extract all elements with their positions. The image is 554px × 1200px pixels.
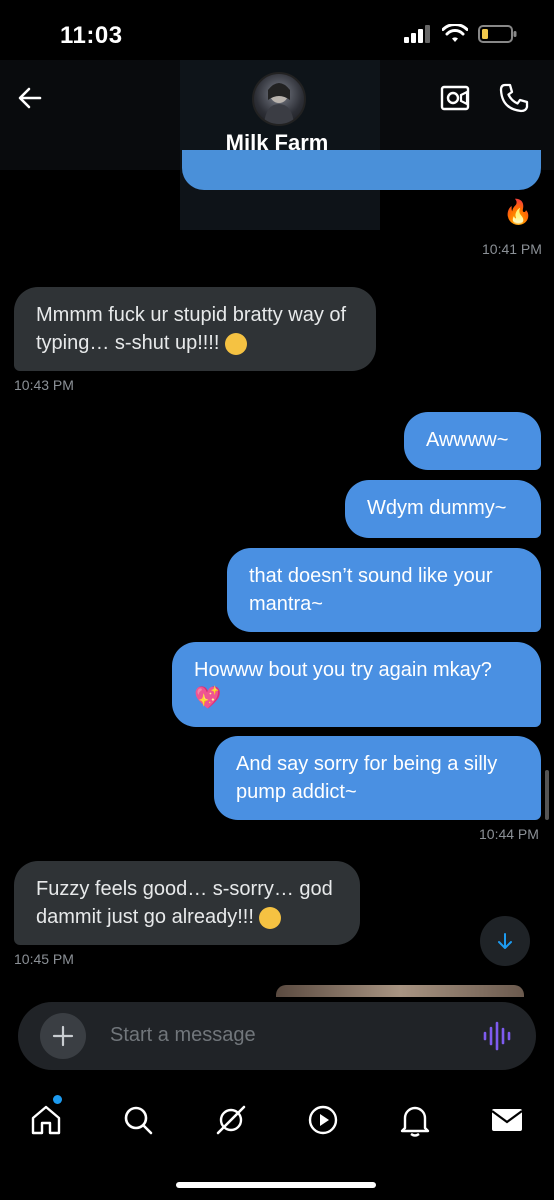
grok-icon xyxy=(216,1105,246,1135)
scroll-to-bottom-button[interactable] xyxy=(480,916,530,966)
video-camera-icon xyxy=(440,85,470,111)
home-icon xyxy=(31,1105,61,1135)
message-bubble-incoming[interactable]: Mmmm fuck ur stupid bratty way of typing… xyxy=(14,287,376,371)
arrow-down-icon xyxy=(498,933,512,949)
message-timestamp: 10:45 PM xyxy=(14,951,74,967)
video-call-button[interactable] xyxy=(440,84,472,117)
sparkling-heart-emoji-icon: 💖 xyxy=(194,685,222,710)
plus-icon xyxy=(52,1025,74,1047)
envelope-icon xyxy=(491,1109,523,1131)
voice-waveform-icon xyxy=(483,1021,511,1051)
status-icons xyxy=(404,24,518,44)
status-time: 11:03 xyxy=(60,22,123,49)
back-button[interactable] xyxy=(16,84,44,117)
message-timestamp: 10:44 PM xyxy=(479,826,539,842)
message-bubble-outgoing[interactable]: And say sorry for being a silly pump add… xyxy=(214,736,541,820)
home-indicator[interactable] xyxy=(176,1182,376,1188)
message-text: Howww bout you try again mkay? xyxy=(194,659,492,681)
tab-search[interactable] xyxy=(118,1100,158,1140)
message-text: And say sorry for being a silly pump add… xyxy=(236,753,498,803)
play-circle-icon xyxy=(308,1105,338,1135)
message-bubble-outgoing[interactable]: Howww bout you try again mkay? 💖 xyxy=(172,642,541,727)
phone-icon xyxy=(499,83,529,113)
flushed-face-emoji-icon xyxy=(259,906,282,929)
message-bubble-outgoing[interactable]: that doesn’t sound like your mantra~ xyxy=(227,548,541,632)
message-composer: Start a message xyxy=(18,1002,536,1070)
message-text: that doesn’t sound like your mantra~ xyxy=(249,565,493,615)
tab-video[interactable] xyxy=(303,1100,343,1140)
back-arrow-icon xyxy=(18,87,42,109)
fire-reaction-icon: 🔥 xyxy=(503,199,533,226)
scrollbar[interactable] xyxy=(545,770,549,820)
message-text: Fuzzy feels good… s-sorry… god dammit ju… xyxy=(36,878,333,928)
voice-call-button[interactable] xyxy=(498,82,530,119)
message-bubble-outgoing[interactable]: Wdym dummy~ xyxy=(345,480,541,538)
message-timestamp: 10:43 PM xyxy=(14,377,74,393)
message-bubble-incoming[interactable]: Fuzzy feels good… s-sorry… god dammit ju… xyxy=(14,861,360,945)
tab-messages[interactable] xyxy=(487,1100,527,1140)
flushed-face-emoji-icon xyxy=(224,332,247,355)
media-preview[interactable] xyxy=(276,985,524,997)
avatar-image-icon xyxy=(264,83,294,124)
tab-grok[interactable] xyxy=(211,1100,251,1140)
signal-icon xyxy=(404,25,430,43)
message-input[interactable]: Start a message xyxy=(110,1024,256,1047)
search-icon xyxy=(124,1106,153,1135)
home-notification-dot xyxy=(53,1095,62,1104)
bell-icon xyxy=(400,1106,430,1137)
message-bubble-outgoing[interactable]: Awwww~ xyxy=(404,412,541,470)
battery-icon xyxy=(478,25,517,43)
voice-message-button[interactable] xyxy=(482,1021,512,1056)
contact-avatar[interactable] xyxy=(252,72,306,126)
message-text: Wdym dummy~ xyxy=(367,497,507,519)
message-text: Awwww~ xyxy=(426,429,509,451)
tab-home[interactable] xyxy=(26,1100,66,1140)
message-timestamp: 10:41 PM xyxy=(482,241,542,257)
message-text: Mmmm fuck ur stupid bratty way of typing… xyxy=(36,304,347,354)
message-bubble-outgoing-partial[interactable] xyxy=(182,150,541,190)
tab-notifications[interactable] xyxy=(395,1100,435,1140)
wifi-icon xyxy=(442,24,468,42)
add-media-button[interactable] xyxy=(40,1013,86,1059)
